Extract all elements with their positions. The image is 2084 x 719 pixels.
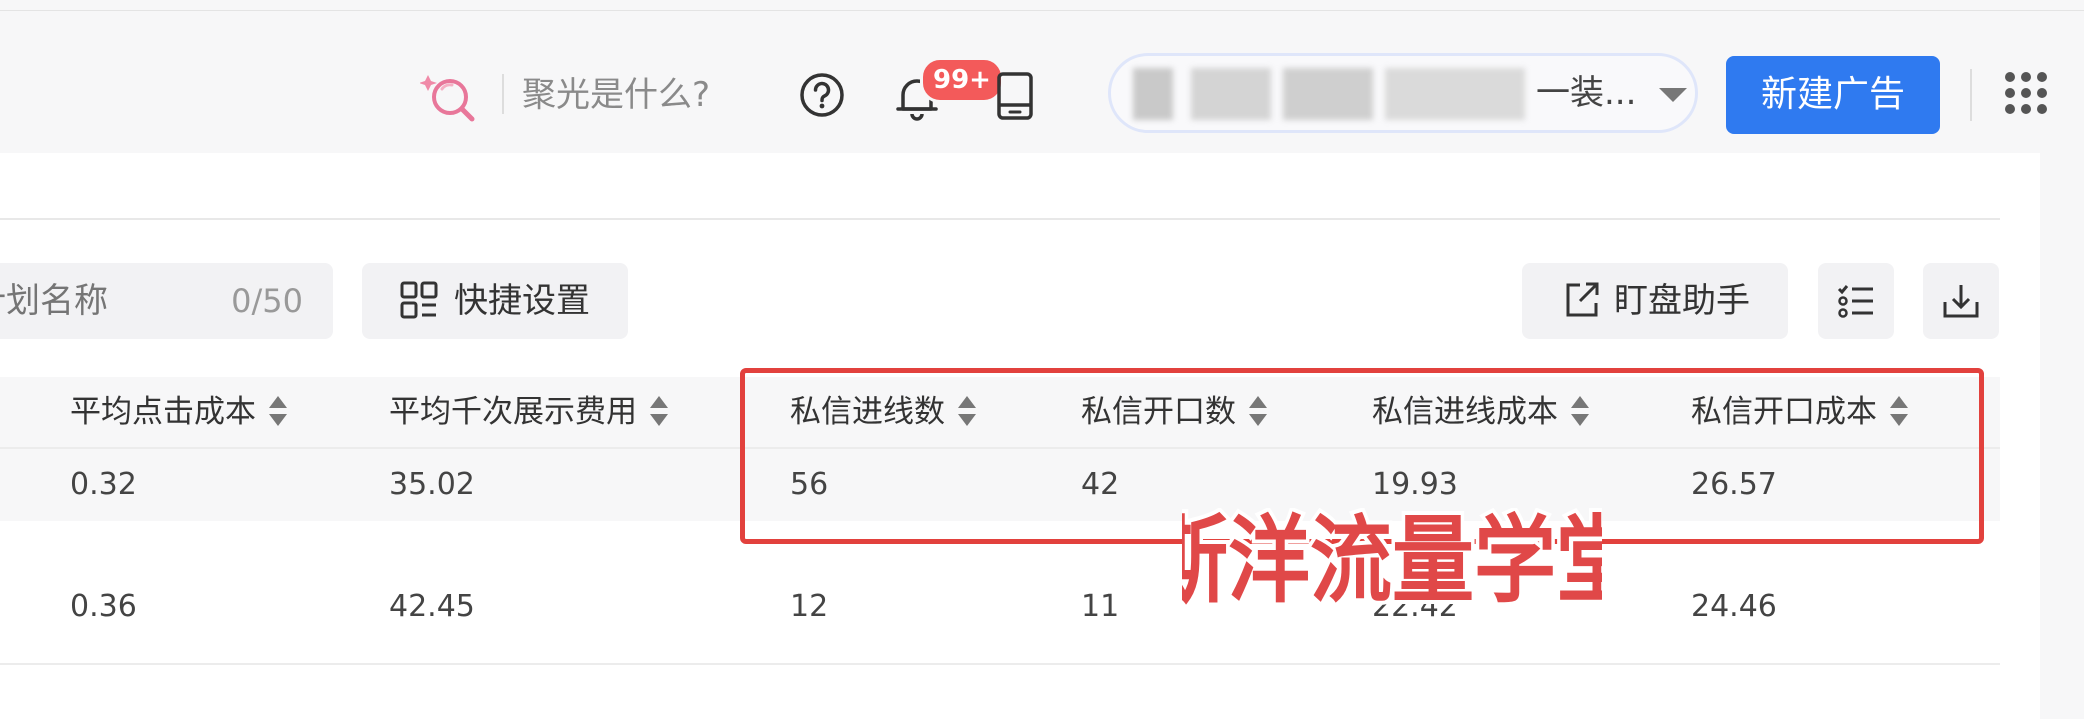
tabs-divider: [0, 218, 2000, 220]
blurred-name: [1191, 68, 1271, 120]
sort-icon[interactable]: [957, 394, 977, 428]
svg-text:斯洋流量学堂: 斯洋流量学堂: [1182, 508, 1602, 616]
table-cell: 42.45: [389, 589, 475, 624]
monitor-assistant-button[interactable]: 盯盘助手: [1522, 263, 1788, 339]
column-header[interactable]: 私信开口数: [1081, 377, 1268, 447]
download-button[interactable]: [1923, 263, 1999, 339]
table-cell: 0.32: [70, 467, 137, 502]
table-cell: 26.57: [1691, 467, 1777, 502]
table-cell: 12: [790, 589, 829, 624]
table-cell: 11: [1081, 589, 1120, 624]
top-header: 聚光是什么? 99+ 一装... 新建广告: [0, 11, 2084, 153]
table-cell: 35.02: [389, 467, 475, 502]
sort-icon[interactable]: [1248, 394, 1268, 428]
blurred-name: [1385, 68, 1525, 120]
plan-name-counter: 0/50: [231, 282, 303, 320]
column-settings-button[interactable]: [1818, 263, 1894, 339]
column-settings-icon: [1837, 285, 1873, 318]
notification-badge: 99+: [920, 57, 1004, 103]
spotlight-question-link[interactable]: 聚光是什么?: [522, 73, 710, 117]
sort-icon[interactable]: [268, 394, 288, 428]
table-header: 平均点击成本 平均千次展示费用 私信进线数 私信开口数 私信进线成本 私信开口成…: [0, 377, 2000, 449]
blurred-avatar: [1133, 68, 1173, 120]
help-icon[interactable]: [798, 71, 846, 119]
column-header[interactable]: 私信开口成本: [1691, 377, 1909, 447]
tablet-icon[interactable]: [996, 71, 1034, 121]
apps-grid-icon[interactable]: [2004, 71, 2048, 115]
sort-icon[interactable]: [1570, 394, 1590, 428]
download-icon: [1943, 285, 1979, 318]
header-divider: [502, 74, 504, 114]
column-header[interactable]: 平均点击成本: [70, 377, 288, 447]
new-ad-button[interactable]: 新建广告: [1726, 56, 1940, 134]
blurred-name: [1283, 68, 1373, 120]
account-name: 一装...: [1536, 73, 1637, 113]
spotlight-search-icon[interactable]: [420, 67, 480, 123]
column-header[interactable]: 私信进线数: [790, 377, 977, 447]
monitor-assistant-label: 盯盘助手: [1614, 281, 1750, 321]
column-header[interactable]: 私信进线成本: [1372, 377, 1590, 447]
table-cell: 42: [1081, 467, 1120, 502]
content-panel: 0/50 快捷设置 盯盘助手: [0, 153, 2040, 719]
table-row[interactable]: 0.36 42.45 12 11 22.42 24.46: [0, 521, 2000, 665]
watermark-text: 斯洋流量学堂: [1182, 508, 1602, 616]
external-link-icon: [1566, 282, 1599, 317]
sort-icon[interactable]: [1889, 394, 1909, 428]
table-cell: 24.46: [1691, 589, 1777, 624]
table-cell: 56: [790, 467, 829, 502]
quick-settings-icon: [400, 281, 438, 319]
table-cell: 19.93: [1372, 467, 1458, 502]
quick-settings-label: 快捷设置: [454, 281, 590, 321]
header-divider: [1970, 69, 1972, 121]
plan-name-field[interactable]: 0/50: [0, 263, 333, 339]
table-row[interactable]: 0.32 35.02 56 42 19.93 26.57: [0, 449, 2000, 521]
column-header[interactable]: 平均千次展示费用: [389, 377, 669, 447]
caret-down-icon: [1659, 88, 1687, 102]
account-selector[interactable]: 一装...: [1108, 53, 1698, 133]
quick-settings-button[interactable]: 快捷设置: [362, 263, 628, 339]
table-cell: 0.36: [70, 589, 137, 624]
sort-icon[interactable]: [649, 394, 669, 428]
